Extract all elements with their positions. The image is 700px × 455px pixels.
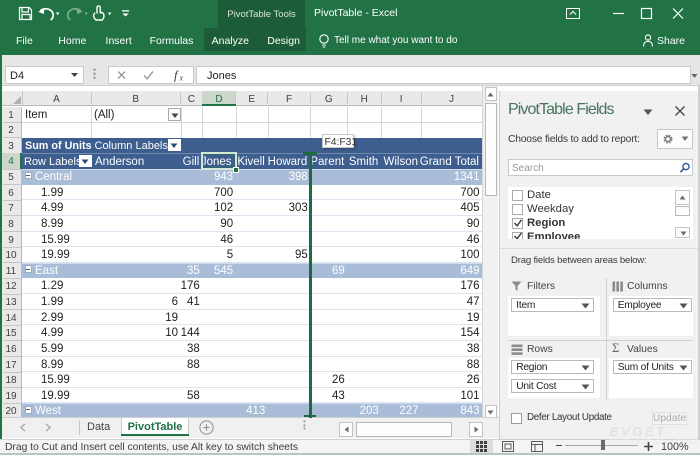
svg-text:f: f (174, 68, 179, 82)
svg-text:x: x (179, 73, 184, 82)
